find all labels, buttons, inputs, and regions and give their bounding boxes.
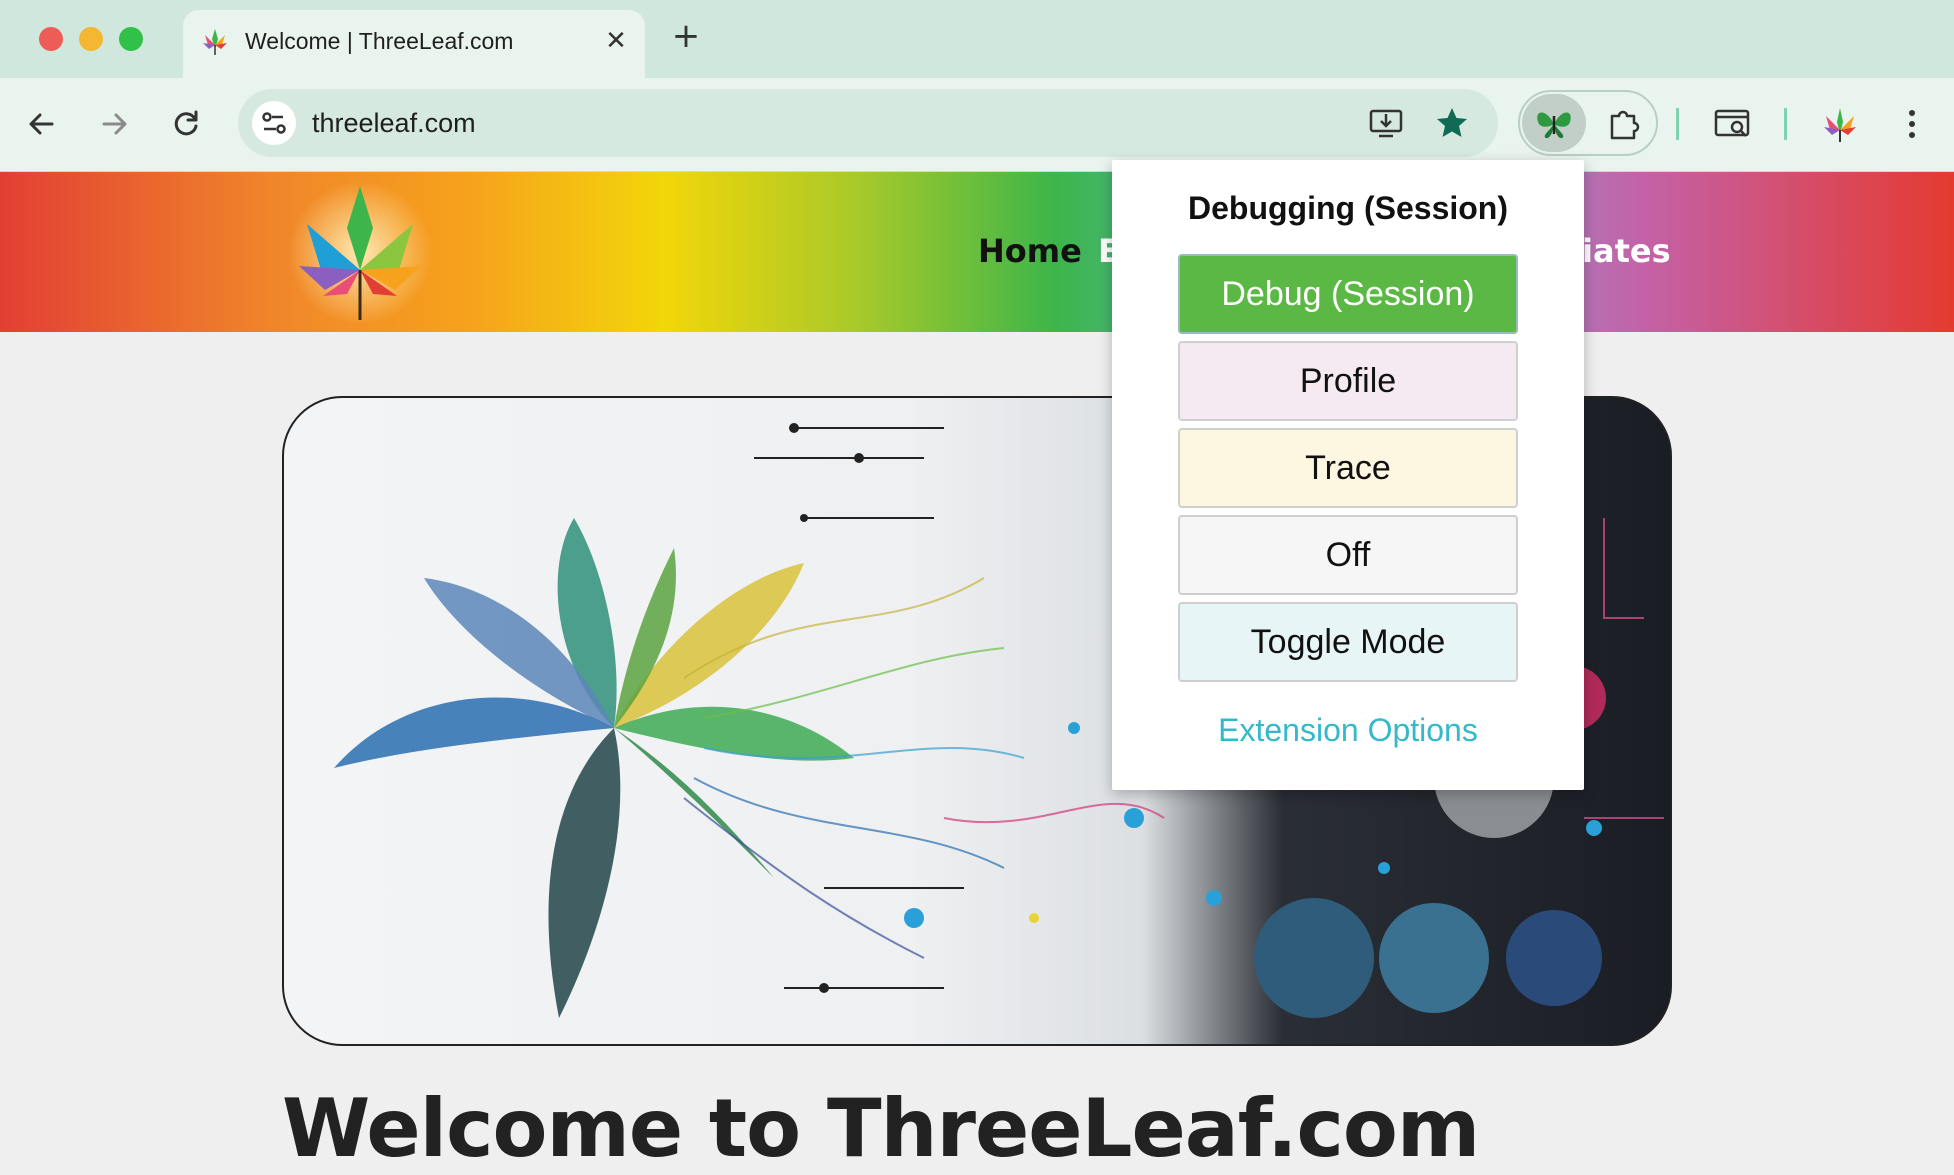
off-button[interactable]: Off: [1178, 515, 1518, 595]
new-tab-button[interactable]: +: [668, 19, 704, 55]
debug-extension-popup: Debugging (Session) Debug (Session) Prof…: [1112, 160, 1584, 790]
profile-avatar-icon[interactable]: [1818, 102, 1862, 146]
back-arrow-icon[interactable]: [20, 102, 64, 146]
address-bar[interactable]: threeleaf.com: [238, 89, 1498, 157]
install-app-icon[interactable]: [1366, 103, 1406, 143]
url-text[interactable]: threeleaf.com: [312, 101, 476, 145]
reload-icon[interactable]: [164, 102, 208, 146]
tab-strip: Welcome | ThreeLeaf.com ✕ +: [0, 0, 1954, 78]
nav-home-link[interactable]: Home: [978, 232, 1082, 270]
butterfly-extension-button[interactable]: [1522, 94, 1586, 152]
toolbar-separator: [1784, 108, 1787, 140]
tab-search-icon[interactable]: [1710, 102, 1754, 146]
window-close-button[interactable]: [39, 27, 63, 51]
nav-affiliates-link-partial[interactable]: iates: [1582, 232, 1671, 270]
welcome-heading: Welcome to ThreeLeaf.com: [282, 1082, 1480, 1175]
trace-button[interactable]: Trace: [1178, 428, 1518, 508]
popup-title: Debugging (Session): [1188, 190, 1508, 226]
browser-toolbar: threeleaf.com: [0, 78, 1954, 172]
extensions-puzzle-icon[interactable]: [1602, 102, 1646, 146]
site-info-button[interactable]: [252, 101, 296, 145]
tune-icon: [262, 112, 286, 134]
profile-button[interactable]: Profile: [1178, 341, 1518, 421]
tab-close-icon[interactable]: ✕: [599, 24, 633, 58]
extension-options-link[interactable]: Extension Options: [1112, 712, 1584, 749]
butterfly-icon: [1537, 112, 1571, 139]
tab-title: Welcome | ThreeLeaf.com: [245, 28, 514, 54]
window-maximize-button[interactable]: [119, 27, 143, 51]
browser-tab[interactable]: Welcome | ThreeLeaf.com ✕: [183, 10, 645, 78]
forward-arrow-icon[interactable]: [92, 102, 136, 146]
bookmark-star-icon[interactable]: [1432, 103, 1472, 143]
debug-session-button[interactable]: Debug (Session): [1178, 254, 1518, 334]
toolbar-separator: [1676, 108, 1679, 140]
kebab-menu-icon[interactable]: [1890, 102, 1934, 146]
extension-group: [1518, 90, 1658, 156]
window-minimize-button[interactable]: [79, 27, 103, 51]
toggle-mode-button[interactable]: Toggle Mode: [1178, 602, 1518, 682]
threeleaf-logo-icon[interactable]: [285, 178, 435, 328]
threeleaf-favicon-icon: [203, 29, 227, 55]
